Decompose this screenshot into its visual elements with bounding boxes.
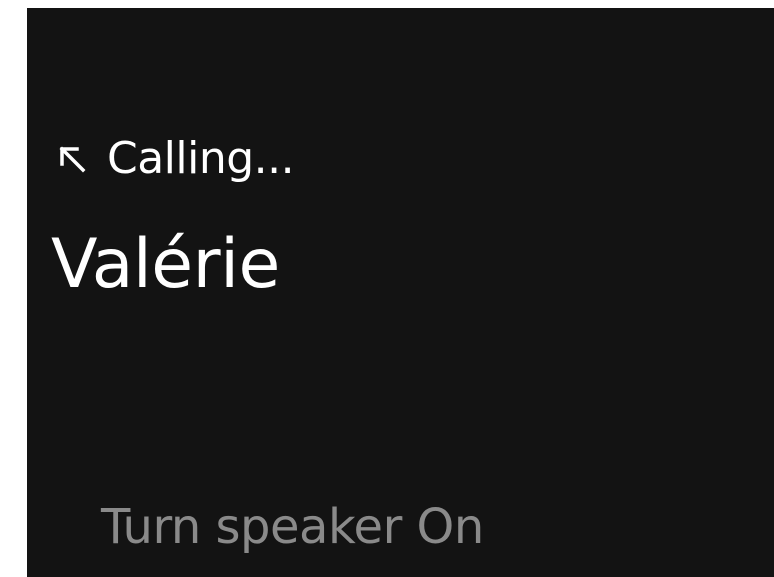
speaker-toggle-button[interactable]: Turn speaker On [101, 496, 484, 558]
call-status-row: Calling... [57, 130, 295, 188]
outgoing-call-arrow-icon [57, 144, 87, 174]
call-screen: Calling... Valérie Turn speaker On [27, 8, 774, 577]
call-status-text: Calling... [107, 133, 295, 184]
contact-name: Valérie [51, 225, 280, 304]
